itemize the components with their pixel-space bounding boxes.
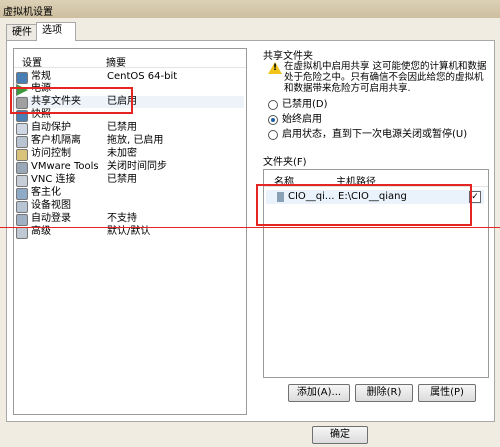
radio-label: 启用状态，直到下一次电源关闭或暂停(U) xyxy=(282,129,468,140)
add-folder-button[interactable]: 添加(A)... xyxy=(288,384,350,402)
row-name: 客户机隔离 xyxy=(31,135,81,146)
row-value: 关闭时间同步 xyxy=(107,161,167,172)
row-value: 已禁用 xyxy=(107,174,137,185)
autoprotect-icon xyxy=(16,123,28,135)
row-value: 未加密 xyxy=(107,148,137,159)
row-name: 访问控制 xyxy=(31,148,71,159)
access-control-icon xyxy=(16,149,28,161)
settings-list-header: 设置 摘要 xyxy=(14,49,246,69)
settings-row-unity[interactable]: 客主化 xyxy=(14,187,244,200)
dialog-footer xyxy=(0,422,500,447)
isolation-icon xyxy=(16,136,28,148)
folder-properties-button[interactable]: 属性(P) xyxy=(418,384,476,402)
ok-button[interactable]: 确定 xyxy=(312,426,368,444)
radio-dot xyxy=(268,115,278,125)
folders-label: 文件夹(F) xyxy=(263,157,307,168)
row-value: 不支持 xyxy=(107,213,137,224)
settings-row-device-view[interactable]: 设备视图 xyxy=(14,200,244,213)
vmware-tools-icon xyxy=(16,162,28,174)
annotation-box-folder-row xyxy=(256,184,472,226)
shared-folders-warning: 在虚拟机中启用共享 这可能使您的计算机和数据处于危险之中。只有确信不会因此给您的… xyxy=(284,61,487,94)
radio-always-enabled[interactable]: 始终启用 xyxy=(268,113,498,127)
row-name: 设备视图 xyxy=(31,200,71,211)
summary-col-header: 摘要 xyxy=(106,58,126,69)
device-view-icon xyxy=(16,201,28,213)
row-value: CentOS 64-bit xyxy=(107,71,178,82)
radio-label: 已禁用(D) xyxy=(282,99,328,110)
unity-icon xyxy=(16,188,28,200)
radio-disabled[interactable]: 已禁用(D) xyxy=(268,98,498,112)
vnc-icon xyxy=(16,175,28,187)
settings-row-vmware-tools[interactable]: VMware Tools 关闭时间同步 xyxy=(14,161,244,174)
row-name: 自动登录 xyxy=(31,213,71,224)
autologin-icon xyxy=(16,214,28,226)
row-value: 拖放, 已启用 xyxy=(107,135,164,146)
remove-folder-button[interactable]: 删除(R) xyxy=(355,384,413,402)
shared-folders-group-title: 共享文件夹 xyxy=(263,51,313,62)
row-name: 客主化 xyxy=(31,187,61,198)
settings-row-autoprotect[interactable]: 自动保护 已禁用 xyxy=(14,122,244,135)
settings-row-isolation[interactable]: 客户机隔离 拖放, 已启用 xyxy=(14,135,244,148)
row-value: 已禁用 xyxy=(107,122,137,133)
settings-row-access-control[interactable]: 访问控制 未加密 xyxy=(14,148,244,161)
radio-dot xyxy=(268,100,278,110)
annotation-line xyxy=(0,227,500,228)
radio-label: 始终启用 xyxy=(282,114,322,125)
row-name: 自动保护 xyxy=(31,122,71,133)
tab-options[interactable]: 选项 xyxy=(36,22,76,41)
annotation-box-shared-folders xyxy=(10,87,133,114)
settings-row-autologin[interactable]: 自动登录 不支持 xyxy=(14,213,244,226)
radio-dot xyxy=(268,130,278,140)
settings-row-general[interactable]: 常规 CentOS 64-bit xyxy=(14,71,244,84)
row-name: VNC 连接 xyxy=(31,174,76,185)
settings-row-vnc[interactable]: VNC 连接 已禁用 xyxy=(14,174,244,187)
window-title: 虚拟机设置 xyxy=(3,7,53,18)
row-name: 常规 xyxy=(31,71,51,82)
radio-until-poweroff[interactable]: 启用状态，直到下一次电源关闭或暂停(U) xyxy=(268,128,498,142)
advanced-icon xyxy=(16,227,28,239)
warning-icon xyxy=(268,62,282,74)
row-name: VMware Tools xyxy=(31,161,99,172)
tab-hardware[interactable]: 硬件 xyxy=(6,24,40,41)
settings-col-header: 设置 xyxy=(22,58,42,69)
title-bar: 虚拟机设置 xyxy=(0,0,500,18)
